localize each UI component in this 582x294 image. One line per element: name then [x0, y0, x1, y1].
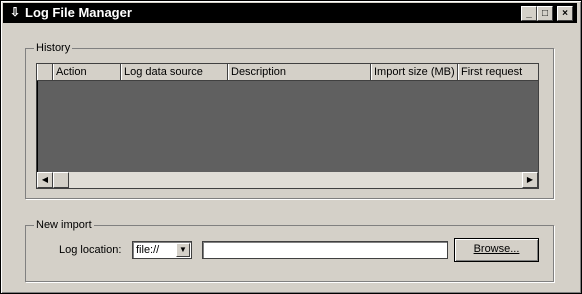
- history-group: History Action Log data source Descripti…: [25, 41, 554, 199]
- new-import-group-label: New import: [34, 218, 94, 232]
- window-title: Log File Manager: [25, 5, 132, 20]
- protocol-select[interactable]: file:// ▼: [132, 241, 192, 259]
- close-icon: ×: [562, 8, 568, 19]
- scroll-right-button[interactable]: ▶: [522, 172, 538, 188]
- history-group-label: History: [34, 41, 73, 55]
- column-header-blank[interactable]: [37, 64, 53, 80]
- column-header-log-data-source[interactable]: Log data source: [121, 64, 228, 80]
- new-import-group: New import Log location: file:// ▼ Brows…: [25, 218, 554, 282]
- history-list-header: Action Log data source Description Impor…: [37, 64, 538, 81]
- history-list[interactable]: Action Log data source Description Impor…: [36, 63, 539, 189]
- minimize-icon: _: [526, 8, 532, 19]
- log-location-label: Log location:: [59, 244, 122, 256]
- log-location-input[interactable]: [202, 241, 448, 259]
- maximize-button[interactable]: □: [537, 6, 553, 21]
- history-horizontal-scrollbar[interactable]: ◀ ▶: [37, 172, 538, 188]
- column-header-action[interactable]: Action: [53, 64, 121, 80]
- scroll-left-icon: ◀: [41, 175, 49, 184]
- minimize-button[interactable]: _: [521, 6, 537, 21]
- close-button[interactable]: ×: [557, 6, 573, 21]
- scroll-right-icon: ▶: [526, 175, 534, 184]
- browse-button-label: Browse...: [473, 243, 520, 255]
- log-file-manager-window: ⇩ Log File Manager _ □ × History Action …: [0, 0, 582, 294]
- column-header-first-request[interactable]: First request: [458, 64, 538, 80]
- download-arrow-icon: ⇩: [10, 5, 21, 19]
- chevron-down-icon[interactable]: ▼: [176, 243, 190, 257]
- scroll-left-button[interactable]: ◀: [37, 172, 53, 188]
- browse-button[interactable]: Browse...: [454, 238, 539, 262]
- maximize-icon: □: [541, 8, 549, 19]
- scroll-thumb[interactable]: [53, 172, 69, 188]
- protocol-select-value: file://: [136, 244, 160, 256]
- column-header-description[interactable]: Description: [228, 64, 371, 80]
- title-bar[interactable]: ⇩ Log File Manager _ □ ×: [3, 3, 577, 23]
- column-header-import-size[interactable]: Import size (MB): [371, 64, 458, 80]
